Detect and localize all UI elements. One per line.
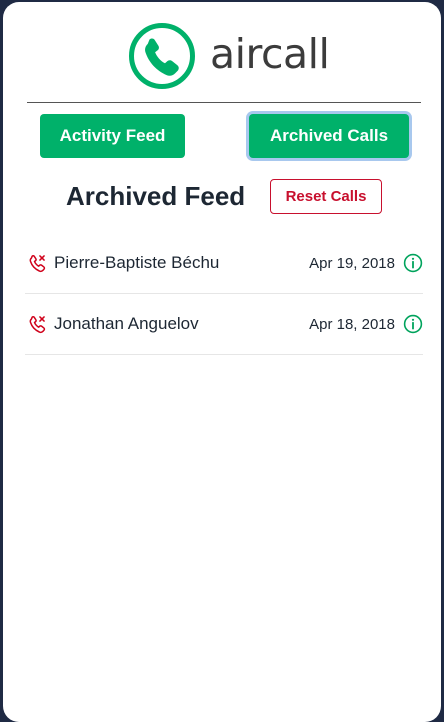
missed-call-icon [29, 316, 46, 334]
caller-name: Jonathan Anguelov [54, 314, 199, 333]
caller-name: Pierre-Baptiste Béchu [54, 253, 220, 272]
app-container: aircall Activity Feed Archived Calls Arc… [3, 2, 441, 722]
call-date: Apr 18, 2018 [309, 315, 395, 333]
call-date: Apr 19, 2018 [309, 254, 395, 272]
call-list: Pierre-Baptiste Béchu Apr 19, 2018 Jonat… [25, 233, 423, 355]
missed-call-icon [29, 255, 46, 273]
page-title: Archived Feed [66, 181, 246, 211]
activity-feed-button[interactable]: Activity Feed [40, 114, 185, 158]
call-row[interactable]: Jonathan Anguelov Apr 18, 2018 [25, 294, 423, 355]
header-divider [27, 102, 421, 103]
reset-calls-button[interactable]: Reset Calls [270, 179, 382, 214]
archived-calls-button[interactable]: Archived Calls [249, 114, 409, 158]
brand-name: aircall [210, 30, 330, 78]
info-icon[interactable] [403, 253, 423, 273]
phone-logo-icon [129, 23, 195, 89]
call-row[interactable]: Pierre-Baptiste Béchu Apr 19, 2018 [25, 233, 423, 294]
info-icon[interactable] [403, 314, 423, 334]
aircall-logo: aircall [128, 22, 330, 90]
